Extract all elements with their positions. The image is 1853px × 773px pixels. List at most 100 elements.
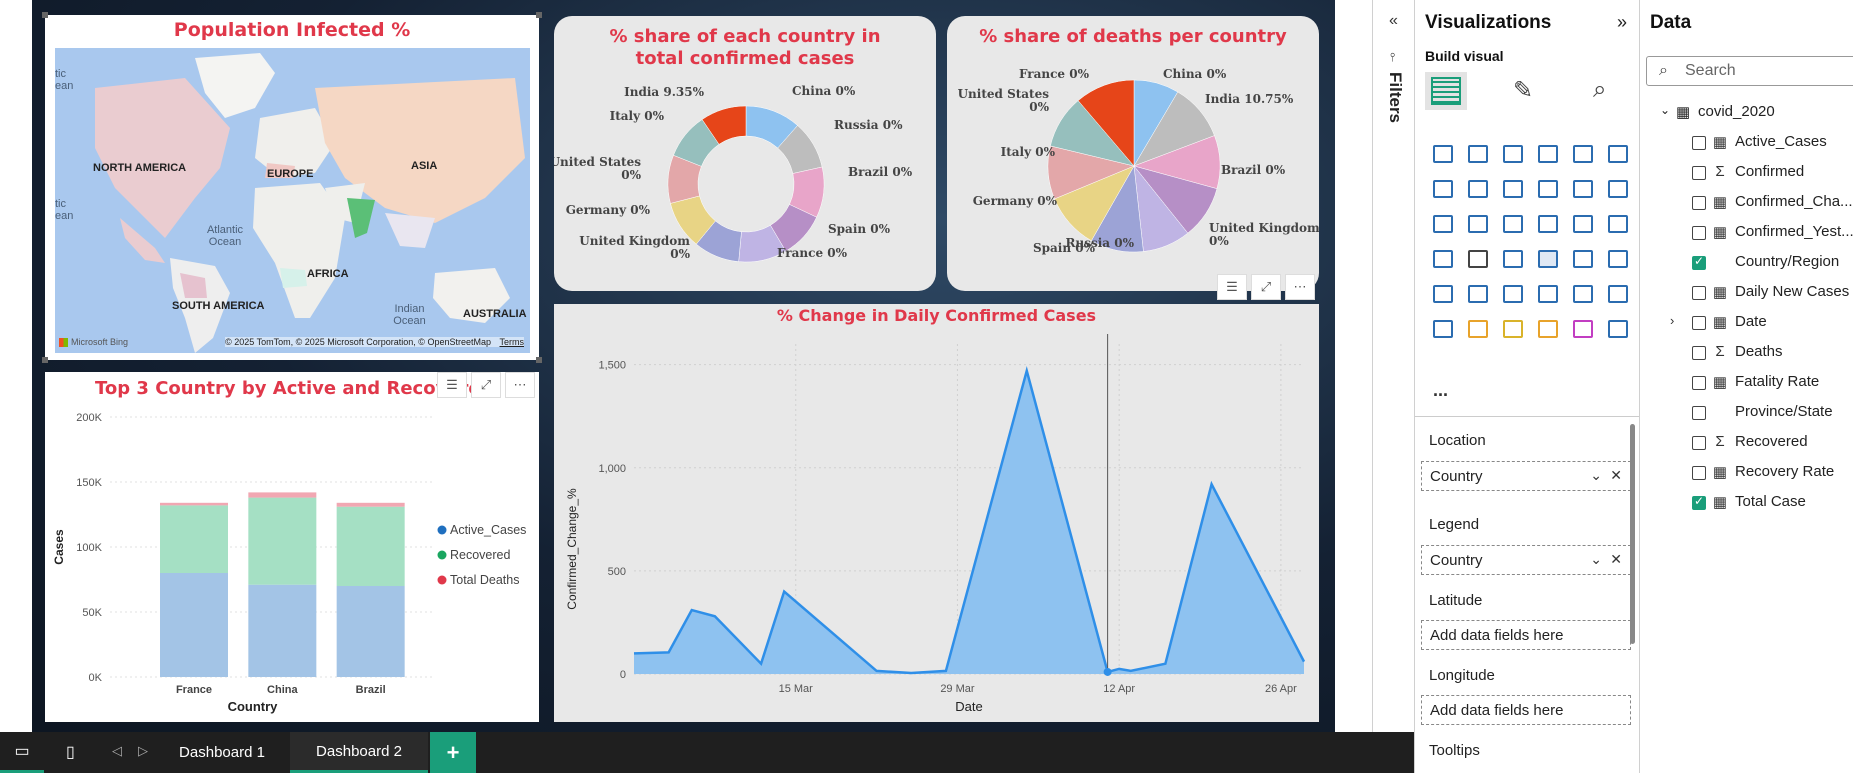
latitude-label: Latitude <box>1429 592 1483 609</box>
visual-type-button[interactable] <box>1600 206 1635 241</box>
map-canvas[interactable]: NORTH AMERICA EUROPE ASIA AFRICA SOUTH A… <box>55 48 530 353</box>
prev-page-icon[interactable]: ◁ <box>112 743 122 759</box>
visual-type-button[interactable] <box>1425 171 1460 206</box>
visual-type-button[interactable] <box>1600 136 1635 171</box>
field-checkbox[interactable] <box>1692 196 1706 210</box>
chevron-down-icon[interactable]: ⌄ <box>1590 551 1602 568</box>
resize-handle[interactable] <box>536 357 542 363</box>
format-visual-icon[interactable]: ✎ <box>1513 76 1533 105</box>
field-checkbox[interactable] <box>1692 316 1706 330</box>
search-input[interactable]: ⌕ Search <box>1646 56 1853 86</box>
pie-data-label: China 0% <box>1163 67 1227 81</box>
legend-label: Total Deaths <box>450 573 519 587</box>
desktop-view-icon[interactable]: ▭ <box>0 732 44 773</box>
filters-pane-collapsed[interactable]: « ⫯ Filters <box>1372 0 1414 732</box>
visual-type-button[interactable] <box>1530 276 1565 311</box>
filter-icon[interactable]: ☰ <box>1217 274 1247 300</box>
collapse-left-icon[interactable]: « <box>1389 12 1398 30</box>
visual-type-button[interactable] <box>1565 136 1600 171</box>
field-checkbox[interactable] <box>1692 286 1706 300</box>
field-checkbox[interactable] <box>1692 226 1706 240</box>
visual-type-button[interactable] <box>1565 171 1600 206</box>
visual-type-button[interactable] <box>1495 241 1530 276</box>
field-checkbox[interactable] <box>1692 136 1706 150</box>
map-visual[interactable]: Population Infected % NORTH AMERICA EURO… <box>42 12 542 363</box>
field-checkbox[interactable] <box>1692 346 1706 360</box>
visual-type-button[interactable] <box>1495 276 1530 311</box>
mobile-view-icon[interactable]: ▯ <box>66 742 75 762</box>
chart-type-icon <box>1467 144 1488 163</box>
resize-handle[interactable] <box>42 357 48 363</box>
visual-type-button[interactable] <box>1425 206 1460 241</box>
visual-type-button[interactable] <box>1530 311 1565 346</box>
calculator-icon: ▦ <box>1712 224 1728 241</box>
visual-type-button[interactable] <box>1425 311 1460 346</box>
expand-right-icon[interactable]: » <box>1617 12 1627 33</box>
visual-type-button[interactable] <box>1530 206 1565 241</box>
visual-type-button[interactable] <box>1495 206 1530 241</box>
visual-type-button[interactable] <box>1530 241 1565 276</box>
chevron-right-icon[interactable]: › <box>1670 313 1674 328</box>
visual-type-button[interactable] <box>1460 241 1495 276</box>
visual-type-button[interactable] <box>1600 241 1635 276</box>
visual-type-button[interactable] <box>1530 136 1565 171</box>
legend-field-well[interactable]: Country ⌄ ✕ <box>1421 545 1631 575</box>
visual-type-button[interactable] <box>1565 206 1600 241</box>
focus-mode-icon[interactable]: ⤢ <box>1251 274 1281 300</box>
chevron-down-icon[interactable]: ⌄ <box>1660 103 1670 117</box>
visual-type-button[interactable] <box>1495 136 1530 171</box>
add-page-button[interactable]: + <box>430 732 476 773</box>
latitude-field-well[interactable]: Add data fields here <box>1421 620 1631 650</box>
visual-type-button[interactable] <box>1460 311 1495 346</box>
visual-type-button[interactable] <box>1460 171 1495 206</box>
remove-field-icon[interactable]: ✕ <box>1610 467 1622 484</box>
tab-dashboard-1[interactable]: Dashboard 1 <box>162 732 282 773</box>
visual-type-button[interactable] <box>1460 206 1495 241</box>
area-chart-visual[interactable]: % Change in Daily Confirmed Cases 0 500 1,… <box>554 304 1319 722</box>
location-field-well[interactable]: Country ⌄ ✕ <box>1421 461 1631 491</box>
more-options-icon[interactable]: ⋯ <box>1285 274 1315 300</box>
longitude-field-well[interactable]: Add data fields here <box>1421 695 1631 725</box>
visual-type-button[interactable] <box>1495 171 1530 206</box>
visual-type-button[interactable] <box>1495 311 1530 346</box>
scrollbar[interactable] <box>1630 424 1635 644</box>
bar-chart-visual[interactable]: Top 3 Country by Active and Recovered ☰ … <box>45 372 539 722</box>
visual-type-button[interactable] <box>1460 136 1495 171</box>
chart-type-icon <box>1467 284 1488 303</box>
field-checkbox[interactable] <box>1692 254 1706 270</box>
visual-type-button[interactable] <box>1460 276 1495 311</box>
visual-type-button[interactable] <box>1425 276 1460 311</box>
resize-handle[interactable] <box>42 12 48 18</box>
map-title: Population Infected % <box>173 19 411 41</box>
more-visuals-button[interactable]: ... <box>1433 380 1448 401</box>
tab-dashboard-2[interactable]: Dashboard 2 <box>290 732 428 773</box>
build-visual-tab[interactable] <box>1425 72 1467 110</box>
chevron-down-icon[interactable]: ⌄ <box>1590 467 1602 484</box>
analytics-icon[interactable]: ⌕ <box>1593 76 1606 104</box>
field-checkbox[interactable] <box>1692 166 1706 180</box>
resize-handle[interactable] <box>536 12 542 18</box>
visual-type-button[interactable] <box>1530 171 1565 206</box>
remove-field-icon[interactable]: ✕ <box>1610 551 1622 568</box>
next-page-icon[interactable]: ▷ <box>138 743 148 759</box>
visual-type-button[interactable] <box>1425 136 1460 171</box>
visual-type-button[interactable] <box>1565 276 1600 311</box>
filters-label[interactable]: Filters <box>1385 72 1405 123</box>
visual-type-button[interactable] <box>1600 311 1635 346</box>
pie-chart-visual[interactable]: % share of deaths per country China 0% In… <box>947 16 1319 300</box>
field-checkbox[interactable] <box>1692 406 1706 420</box>
visual-type-button[interactable] <box>1600 171 1635 206</box>
chart-type-icon <box>1572 284 1593 303</box>
field-checkbox[interactable] <box>1692 436 1706 450</box>
world-map-shapes <box>95 53 525 353</box>
y-tick-label: 0 <box>620 669 626 681</box>
visual-type-button[interactable] <box>1600 276 1635 311</box>
field-checkbox[interactable] <box>1692 494 1706 510</box>
terms-link[interactable]: Terms <box>500 337 525 347</box>
field-checkbox[interactable] <box>1692 466 1706 480</box>
visual-type-button[interactable] <box>1425 241 1460 276</box>
visual-type-button[interactable] <box>1565 311 1600 346</box>
donut-chart-visual[interactable]: % share of each country in total confirm… <box>554 16 936 291</box>
visual-type-button[interactable] <box>1565 241 1600 276</box>
field-checkbox[interactable] <box>1692 376 1706 390</box>
